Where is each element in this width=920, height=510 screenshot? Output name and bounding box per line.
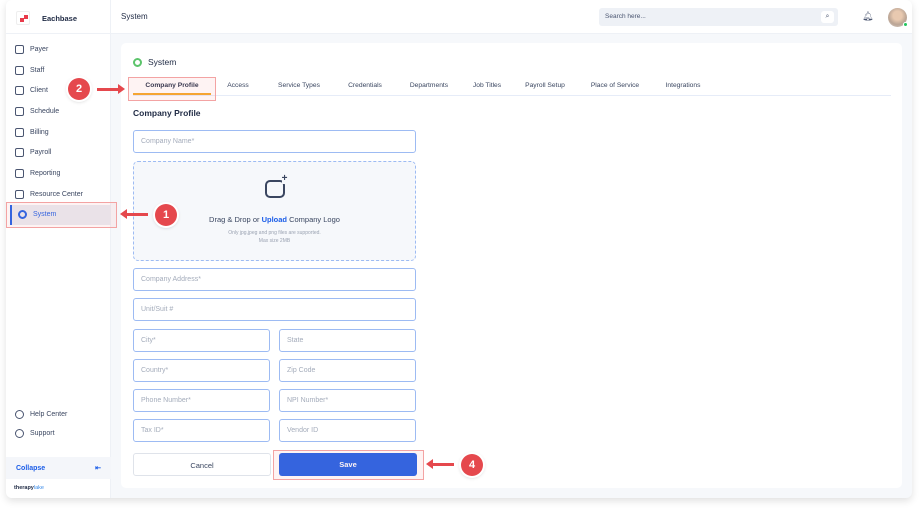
brand-text: therapy: [14, 485, 34, 491]
sidebar-item-payer[interactable]: Payer: [6, 39, 111, 60]
tab-integrations[interactable]: Integrations: [659, 77, 707, 95]
app-logo[interactable]: Eachbase: [16, 8, 77, 28]
sidebar: Eachbase Payer Staff Client Schedule Bil…: [6, 0, 111, 498]
report-icon: [15, 168, 24, 178]
upload-link[interactable]: Upload: [262, 215, 287, 224]
vendor-id-field[interactable]: Vendor ID: [279, 419, 416, 442]
gear-icon: [133, 57, 142, 67]
sidebar-item-label: Resource Center: [30, 190, 83, 198]
tab-job-titles[interactable]: Job Titles: [469, 77, 505, 95]
section-heading: Company Profile: [133, 108, 201, 118]
sidebar-item-staff[interactable]: Staff: [6, 60, 111, 81]
brand-text: lake: [33, 485, 44, 491]
tab-bar: Company Profile Access Service Types Cre…: [133, 77, 891, 96]
sidebar-item-help-center[interactable]: Help Center: [6, 405, 111, 424]
zip-code-field[interactable]: Zip Code: [279, 359, 416, 382]
country-field[interactable]: Country*: [133, 359, 270, 382]
phone-number-field[interactable]: Phone Number*: [133, 389, 270, 412]
app-name: Eachbase: [42, 13, 78, 23]
highlight-system: [6, 202, 117, 228]
state-field[interactable]: State: [279, 329, 416, 352]
tab-credentials[interactable]: Credentials: [341, 77, 389, 95]
tab-place-of-service[interactable]: Place of Service: [585, 77, 645, 95]
unit-field[interactable]: Unit/Suit #: [133, 298, 416, 321]
collapse-label: Collapse: [16, 464, 46, 472]
brand-logo: therapylake: [14, 485, 44, 491]
sidebar-item-label: Staff: [30, 66, 45, 74]
avatar[interactable]: [888, 8, 908, 27]
help-icon: [15, 410, 24, 419]
highlight-save: [273, 450, 424, 480]
search-placeholder: Search here...: [605, 13, 646, 20]
tab-service-types[interactable]: Service Types: [271, 77, 327, 95]
calendar-icon: [15, 106, 24, 116]
upload-hint: Only jpg,jpeg and png files are supporte…: [134, 229, 415, 245]
users-icon: [15, 65, 24, 75]
divider: [6, 33, 111, 34]
city-field[interactable]: City*: [133, 329, 270, 352]
collapse-icon: ⇤: [95, 465, 101, 472]
content-card: System Company Profile Access Service Ty…: [121, 43, 902, 488]
arrow-left-icon: [120, 209, 148, 219]
company-name-field[interactable]: Company Name*: [133, 130, 416, 153]
annotation-badge-1: 1: [155, 204, 177, 226]
upload-text: Company Logo: [287, 215, 340, 224]
sidebar-item-label: Schedule: [30, 107, 60, 115]
company-address-field[interactable]: Company Address*: [133, 268, 416, 291]
logo-icon: [16, 11, 30, 25]
sidebar-item-label: Support: [30, 430, 55, 437]
npi-number-field[interactable]: NPI Number*: [279, 389, 416, 412]
page-title: System: [133, 57, 176, 67]
sidebar-item-label: Billing: [30, 128, 49, 136]
folder-icon: [15, 189, 24, 199]
header-title: System: [121, 12, 148, 21]
tab-payroll-setup[interactable]: Payroll Setup: [519, 77, 571, 95]
arrow-right-icon: [97, 84, 125, 94]
annotation-badge-4: 4: [461, 454, 483, 476]
top-bar: System Search here... ⌕ 🔔︎: [111, 0, 912, 34]
payroll-icon: [15, 148, 24, 158]
sidebar-item-label: Payer: [30, 45, 49, 53]
sidebar-item-label: Client: [30, 87, 48, 95]
page-title-text: System: [148, 57, 177, 67]
annotation-badge-2: 2: [68, 78, 90, 100]
bell-icon[interactable]: 🔔︎: [862, 11, 873, 22]
upload-hint-size: Max size 2MB: [258, 238, 291, 244]
billing-icon: [15, 127, 24, 137]
tab-access[interactable]: Access: [219, 77, 257, 95]
search-input[interactable]: Search here... ⌕: [599, 8, 838, 26]
sidebar-bottom: Help Center Support: [6, 405, 111, 443]
sidebar-item-reporting[interactable]: Reporting: [6, 163, 111, 184]
sidebar-nav: Payer Staff Client Schedule Billing Payr…: [6, 39, 111, 226]
sidebar-item-label: Payroll: [30, 149, 52, 157]
app-window: Eachbase Payer Staff Client Schedule Bil…: [6, 0, 912, 498]
upload-hint-types: Only jpg,jpeg and png files are supporte…: [228, 230, 321, 236]
client-icon: [15, 86, 24, 96]
cancel-button[interactable]: Cancel: [133, 453, 271, 476]
sidebar-item-client[interactable]: Client: [6, 80, 111, 101]
upload-text: Drag & Drop or: [209, 215, 262, 224]
sidebar-item-label: Reporting: [30, 169, 61, 177]
search-icon[interactable]: ⌕: [821, 11, 834, 23]
add-image-icon: [264, 173, 288, 198]
headset-icon: [15, 429, 24, 438]
online-status-dot: [903, 22, 908, 27]
sidebar-item-billing[interactable]: Billing: [6, 122, 111, 143]
tax-id-field[interactable]: Tax ID*: [133, 419, 270, 442]
arrow-left-icon: [426, 459, 454, 469]
sidebar-item-payroll[interactable]: Payroll: [6, 142, 111, 163]
sidebar-item-support[interactable]: Support: [6, 424, 111, 443]
shield-icon: [15, 44, 24, 54]
collapse-button[interactable]: Collapse ⇤: [6, 457, 111, 479]
sidebar-item-label: Help Center: [30, 411, 68, 418]
tab-departments[interactable]: Departments: [403, 77, 455, 95]
sidebar-item-schedule[interactable]: Schedule: [6, 101, 111, 122]
highlight-company-profile-tab: [128, 77, 216, 101]
